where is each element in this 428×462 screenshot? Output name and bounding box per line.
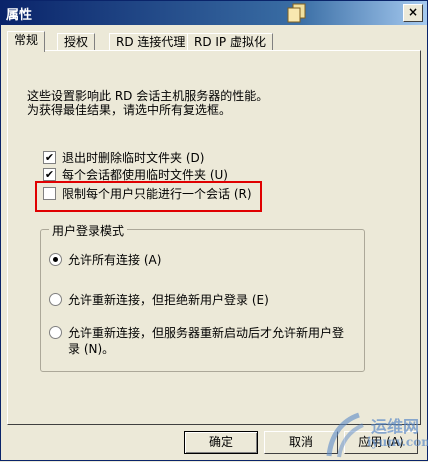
tab-label: RD IP 虚拟化: [194, 35, 266, 49]
allow-all-connections-radio[interactable]: 允许所有连接 (A): [49, 252, 161, 268]
tab-rd-ip-virtualization[interactable]: RD IP 虚拟化: [187, 33, 273, 51]
copy-pages-icon: [287, 3, 306, 23]
radio-label: 允许所有连接 (A): [68, 253, 162, 267]
radio-label: 允许重新连接，但拒绝新用户登录 (E): [68, 293, 269, 307]
checkbox-label: 每个会话都使用临时文件夹 (U): [62, 168, 228, 182]
highlight-annotation-box: [35, 181, 262, 212]
window-title: 属性: [6, 8, 33, 23]
radio-label: 允许重新连接，但服务器重新启动后才允许新用户登: [68, 326, 345, 340]
group-title: 用户登录模式: [49, 222, 128, 239]
user-logon-mode-group: 用户登录模式 允许所有连接 (A) 允许重新连接，但拒绝新用户登录 (E) 允许…: [40, 222, 365, 372]
tab-licensing[interactable]: 授权: [57, 33, 96, 51]
radio-selected-icon[interactable]: [49, 253, 62, 266]
allow-reconnect-deny-new-radio[interactable]: 允许重新连接，但拒绝新用户登录 (E): [49, 292, 269, 308]
checkbox-checked-icon[interactable]: ✔: [43, 168, 56, 181]
description-line: 这些设置影响此 RD 会话主机服务器的性能。: [27, 89, 269, 103]
radio-unselected-icon[interactable]: [49, 326, 62, 339]
title-bar[interactable]: 属性 ×: [1, 1, 427, 25]
close-button[interactable]: ×: [403, 4, 423, 22]
tab-rd-connection-broker[interactable]: RD 连接代理: [109, 33, 193, 51]
checkbox-checked-icon[interactable]: ✔: [43, 151, 56, 164]
performance-description: 这些设置影响此 RD 会话主机服务器的性能。 为获得最佳结果，请选中所有复选框。: [27, 89, 387, 117]
radio-label-continued: 录 (N)。: [68, 342, 115, 356]
tab-general[interactable]: 常规: [7, 31, 46, 52]
ok-button[interactable]: 确定: [184, 431, 258, 454]
radio-unselected-icon[interactable]: [49, 293, 62, 306]
checkbox-label: 退出时删除临时文件夹 (D): [62, 151, 205, 165]
tab-label: 常规: [14, 33, 39, 47]
allow-reconnect-until-restart-radio[interactable]: 允许重新连接，但服务器重新启动后才允许新用户登 录 (N)。: [49, 325, 344, 357]
properties-dialog: 属性 × 常规 授权 RD 连接代理 RD IP 虚拟化 这些设置影响此 RD …: [0, 0, 428, 461]
tab-label: 授权: [64, 35, 89, 49]
cancel-button[interactable]: 取消: [264, 431, 338, 454]
delete-temp-folders-checkbox[interactable]: ✔ 退出时删除临时文件夹 (D): [43, 150, 204, 166]
apply-button[interactable]: 应用 (A): [344, 431, 418, 454]
tab-label: RD 连接代理: [116, 35, 186, 49]
description-line: 为获得最佳结果，请选中所有复选框。: [27, 103, 232, 117]
